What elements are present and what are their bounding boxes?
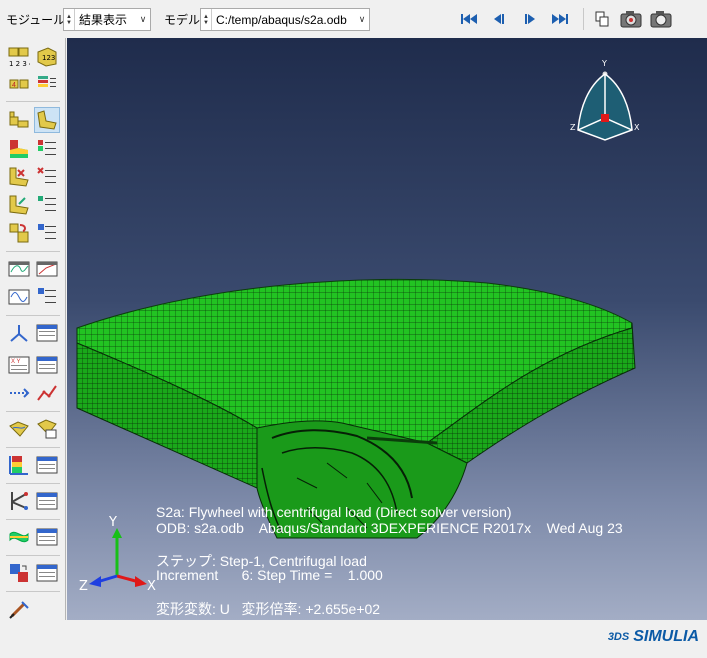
create-path-icon[interactable] [6,380,32,406]
free-body-cut-icon[interactable] [6,488,32,514]
view-triad-icon: Y Z X [570,59,640,141]
plot-contours-icon[interactable] [6,136,32,162]
display-group-icon[interactable] [6,524,32,550]
toolbox: 1 2 3 4 123 4 [0,38,66,620]
animate-harmonic-icon[interactable] [6,284,32,310]
xy-table-icon[interactable]: X Y [6,352,32,378]
module-select-value: 結果表示 [79,13,128,27]
color-code-icon[interactable] [6,560,32,586]
field-output-icon[interactable]: 1 2 3 4 [6,44,32,70]
triad-view-z-label: Z [570,123,576,132]
orientation-options-icon[interactable] [34,192,60,218]
xy-options-icon[interactable] [34,352,60,378]
plot-material-orientations-icon[interactable] [6,192,32,218]
first-frame-icon[interactable] [458,10,480,28]
viewport[interactable]: Y Z X Y Z X S2a: Flywheel with centrifug… [67,38,707,620]
simulia-wordmark: SIMULIA [633,628,699,645]
triad-front-z-label: Z [79,579,88,594]
toolbox-separator [6,315,60,316]
top-toolbar: モジュール: ▲ ▼ 結果表示 ∨ モデル: ▲ ▼ C:/temp/abaqus/… [0,0,707,38]
axis-triad-icon: Y Z X [79,516,156,594]
toolbox-separator [6,519,60,520]
superimpose-options-icon[interactable] [34,220,60,246]
plot-deformed-icon[interactable] [34,107,60,133]
triad-view-y-label: Y [601,59,607,68]
contour-options-icon[interactable] [34,136,60,162]
module-spinner[interactable]: ▲ ▼ [64,9,75,30]
odb-info: ODB: s2a.odb Abaqus/Standard 3DEXPERIENC… [156,520,623,536]
svg-text:1 2 3 4: 1 2 3 4 [9,60,30,68]
toolbox-separator [6,483,60,484]
toolbox-separator [6,591,60,592]
toolbox-separator [6,251,60,252]
layer-stack-icon[interactable] [34,72,60,98]
model-select-value: C:/temp/abaqus/s2a.odb [216,12,347,27]
animate-scale-factor-icon[interactable] [34,256,60,282]
view-cut-icon[interactable] [6,452,32,478]
status-area: 3DS SIMULIA [0,620,707,658]
simulia-mark: 3DS [607,631,630,643]
chevron-down-icon[interactable]: ∨ [136,14,150,25]
capture-image-icon[interactable] [620,10,642,28]
chevron-down-icon[interactable]: ∨ [355,14,369,25]
triad-view-x-label: X [634,123,640,132]
svg-text:X Y: X Y [11,359,21,365]
next-frame-icon[interactable] [519,10,541,28]
last-frame-icon[interactable] [549,10,571,28]
svg-text:123: 123 [42,54,55,62]
animation-options-icon[interactable] [34,284,60,310]
view-cut-manager-icon[interactable] [34,452,60,478]
increment-info: Increment 6: Step Time = 1.000 [156,567,383,583]
camera-icon[interactable] [650,10,672,28]
model-select[interactable]: ▲ ▼ C:/temp/abaqus/s2a.odb ∨ [200,8,370,31]
simulia-logo: 3DS SIMULIA [608,628,699,646]
stream-plot-icon[interactable] [6,416,32,442]
display-group-manager-icon[interactable] [34,524,60,550]
allow-multiple-plot-states-icon[interactable] [6,220,32,246]
create-xy-data-icon[interactable] [6,320,32,346]
svg-text:4: 4 [12,82,16,89]
analysis-title: S2a: Flywheel with centrifugal load (Dir… [156,504,512,520]
symbol-options-icon[interactable] [34,164,60,190]
plot-symbols-icon[interactable] [6,164,32,190]
toolbox-separator [6,411,60,412]
model-spinner[interactable]: ▲ ▼ [201,9,212,30]
deformation-info: 変形変数: U 変形倍率: +2.655e+02 [156,601,381,617]
mesh-labels-icon[interactable]: 123 [34,44,60,70]
xy-data-manager-icon[interactable] [34,320,60,346]
color-code-manager-icon[interactable] [34,560,60,586]
previous-frame-icon[interactable] [488,10,510,28]
stream-manager-icon[interactable] [34,416,60,442]
toolbox-separator [6,447,60,448]
model-label: モデル: [164,13,204,27]
copy-viewport-icon[interactable] [591,10,613,28]
triad-front-x-label: X [147,579,156,594]
query-tool-icon[interactable] [6,596,32,622]
module-label: モジュール: [6,13,69,27]
free-body-manager-icon[interactable] [34,488,60,514]
toolbox-separator [6,101,60,102]
toolbox-separator [6,555,60,556]
toolbar-separator [583,8,584,30]
section-points-icon[interactable]: 4 [6,72,32,98]
plot-xy-icon[interactable] [34,380,60,406]
animate-time-history-icon[interactable] [6,256,32,282]
triad-front-y-label: Y [108,516,117,530]
module-select[interactable]: ▲ ▼ 結果表示 ∨ [63,8,151,31]
plot-undeformed-icon[interactable] [6,107,32,133]
